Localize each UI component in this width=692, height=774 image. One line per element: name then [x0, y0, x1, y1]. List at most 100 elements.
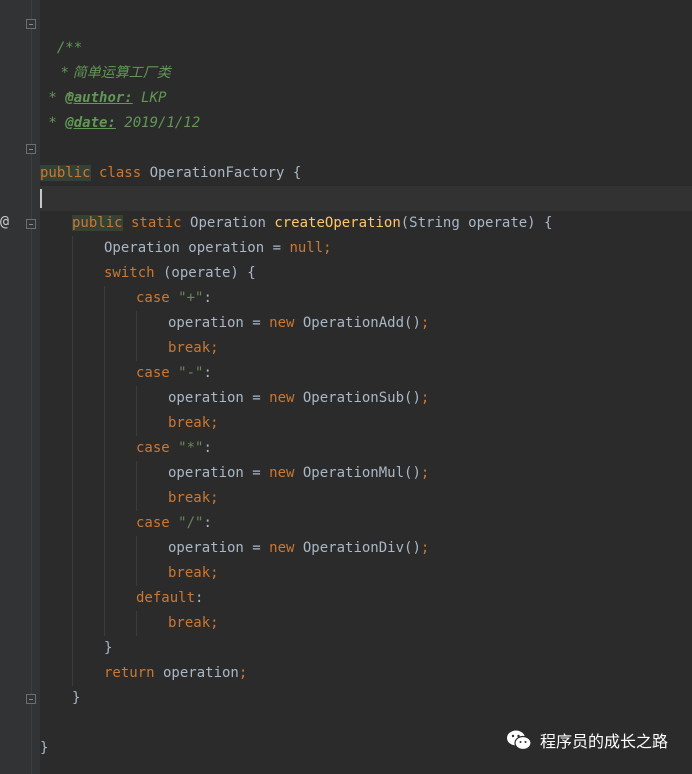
keyword: return — [104, 665, 155, 681]
code-line[interactable]: break; — [168, 561, 219, 586]
javadoc-tag: @author: — [65, 90, 133, 106]
code-line[interactable]: case "+": — [136, 286, 212, 311]
keyword: new — [269, 465, 295, 481]
code-line[interactable]: /** — [40, 11, 82, 56]
comment-text: * — [40, 90, 66, 106]
keyword: public — [72, 215, 123, 231]
code-text: : — [203, 515, 212, 531]
watermark: 程序员的成长之路 — [506, 728, 668, 752]
keyword: break — [168, 415, 211, 431]
wechat-icon — [506, 730, 532, 751]
indent-guide — [136, 536, 137, 586]
code-line[interactable]: public static Operation createOperation(… — [72, 211, 552, 236]
code-line[interactable]: } — [104, 636, 112, 661]
code-line[interactable]: case "/": — [136, 511, 212, 536]
fold-marker-icon[interactable] — [26, 19, 36, 29]
semicolon: ; — [420, 390, 430, 406]
keyword: break — [168, 490, 211, 506]
indent-guide — [104, 286, 105, 636]
code-line[interactable]: operation = new OperationDiv(); — [168, 536, 429, 561]
code-text: operation = — [168, 390, 270, 406]
fold-marker-icon[interactable] — [26, 694, 36, 704]
code-text: Operation operation = — [104, 240, 290, 256]
code-text: operation — [154, 665, 239, 681]
string-literal: "-" — [169, 365, 204, 381]
semicolon: ; — [210, 615, 219, 631]
comment-text: * 简单运算工厂类 — [56, 65, 171, 81]
code-line[interactable]: Operation operation = null; — [104, 236, 332, 261]
code-text: operation = — [168, 465, 270, 481]
override-marker-icon[interactable]: @ — [0, 212, 9, 230]
gutter-separator — [31, 0, 32, 774]
semicolon: ; — [210, 490, 219, 506]
keyword: static — [122, 215, 182, 231]
code-text: operation = — [168, 315, 270, 331]
keyword: break — [168, 565, 211, 581]
code-line[interactable]: case "*": — [136, 436, 212, 461]
code-line[interactable]: * 简单运算工厂类 — [40, 36, 170, 81]
javadoc-value: LKP — [132, 90, 167, 106]
type-name: Operation — [181, 215, 275, 231]
code-text: : — [203, 440, 212, 456]
keyword: public — [40, 165, 91, 181]
code-line[interactable]: public class OperationFactory { — [40, 161, 301, 186]
keyword: case — [136, 440, 170, 456]
keyword: new — [269, 540, 295, 556]
code-line[interactable]: operation = new OperationMul(); — [168, 461, 429, 486]
semicolon: ; — [210, 340, 219, 356]
code-line[interactable]: break; — [168, 411, 219, 436]
code-text: } — [40, 740, 49, 756]
watermark-text: 程序员的成长之路 — [539, 732, 668, 751]
code-text: : — [203, 365, 212, 381]
keyword: new — [269, 390, 295, 406]
keyword: case — [136, 515, 170, 531]
code-text: OperationSub() — [294, 390, 421, 406]
code-text: OperationMul() — [294, 465, 421, 481]
code-line[interactable]: break; — [168, 486, 219, 511]
code-text: : — [203, 290, 212, 306]
text-caret — [40, 189, 42, 208]
code-line[interactable]: * — [40, 61, 73, 106]
semicolon: ; — [420, 540, 430, 556]
keyword: break — [168, 340, 211, 356]
indent-guide — [136, 311, 137, 361]
string-literal: "/" — [169, 515, 204, 531]
code-line[interactable]: return operation; — [104, 661, 247, 686]
code-line[interactable]: */ — [40, 136, 82, 181]
code-text: operation = — [168, 540, 270, 556]
code-line[interactable]: * @author: LKP — [40, 86, 166, 111]
code-line[interactable]: operation = new OperationAdd(); — [168, 311, 429, 336]
fold-marker-icon[interactable] — [26, 144, 36, 154]
class-name: OperationFactory { — [141, 165, 302, 181]
indent-guide — [136, 611, 137, 636]
semicolon: ; — [420, 465, 430, 481]
code-line[interactable]: } — [72, 686, 80, 711]
semicolon: ; — [323, 240, 332, 256]
javadoc-value: 2019/1/12 — [115, 115, 201, 131]
semicolon: ; — [238, 665, 248, 681]
code-line[interactable]: break; — [168, 611, 219, 636]
keyword: case — [136, 365, 170, 381]
keyword: default — [136, 590, 196, 606]
code-line[interactable]: default: — [136, 586, 203, 611]
code-line[interactable]: break; — [168, 336, 219, 361]
keyword: case — [136, 290, 170, 306]
keyword: break — [168, 615, 211, 631]
method-params: (String operate) { — [400, 215, 553, 231]
code-text: (operate) { — [154, 265, 256, 281]
code-text: } — [72, 690, 81, 706]
keyword: switch — [104, 265, 155, 281]
code-line[interactable]: switch (operate) { — [104, 261, 256, 286]
code-line[interactable]: * @date: 2019/1/12 — [40, 111, 200, 136]
semicolon: ; — [420, 315, 430, 331]
semicolon: ; — [210, 415, 219, 431]
code-line[interactable]: } — [40, 736, 48, 761]
keyword: new — [269, 315, 295, 331]
code-text: } — [104, 640, 113, 656]
keyword: class — [90, 165, 142, 181]
code-line[interactable]: case "-": — [136, 361, 212, 386]
fold-marker-icon[interactable] — [26, 219, 36, 229]
editor-gutter — [0, 0, 40, 774]
keyword: null — [289, 240, 324, 256]
code-line[interactable]: operation = new OperationSub(); — [168, 386, 429, 411]
